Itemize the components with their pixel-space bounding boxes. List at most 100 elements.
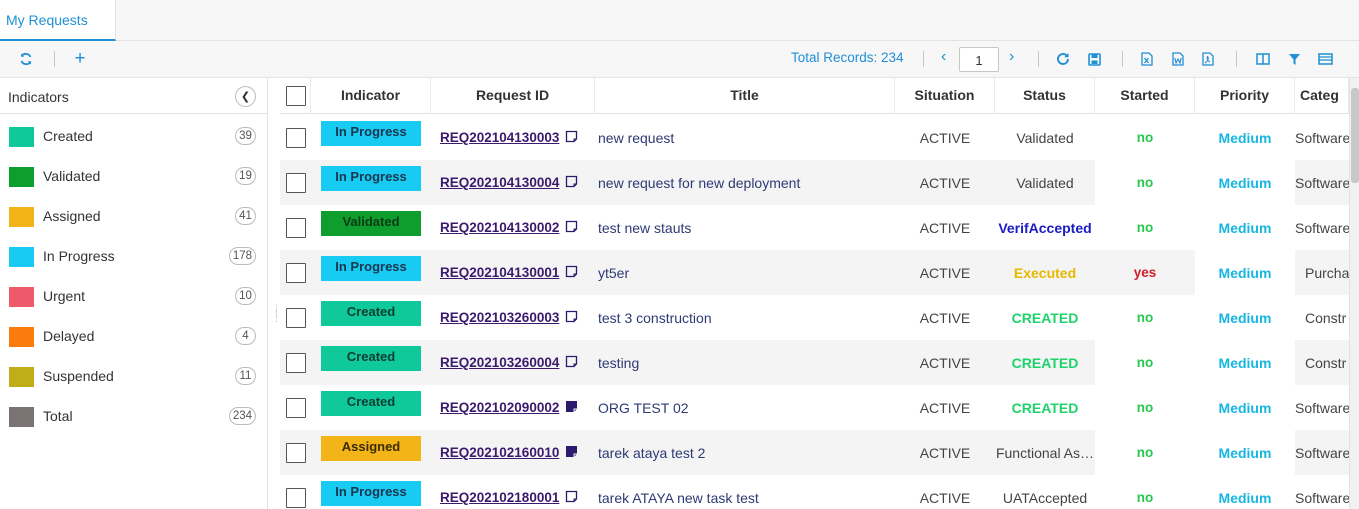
document-icon[interactable]	[559, 265, 578, 281]
table-row[interactable]: In Progress REQ202104130004 new request fo…	[280, 160, 1349, 205]
indicators-title: Indicators	[8, 89, 69, 105]
status-cell: UATAccepted	[995, 475, 1095, 509]
column-header-title[interactable]: Title	[595, 78, 895, 114]
status-text: Validated	[1016, 174, 1074, 191]
vertical-scrollbar[interactable]	[1349, 78, 1359, 509]
request-id-link[interactable]: REQ202104130002	[440, 220, 559, 235]
indicator-item-total[interactable]: Total 234	[0, 405, 268, 445]
request-id-link[interactable]: REQ202102090002	[440, 400, 559, 415]
indicator-count-badge: 10	[235, 287, 256, 305]
table-row[interactable]: Created REQ202102090002 ORG TEST 02 ACTIVE C…	[280, 385, 1349, 430]
column-header-indicator[interactable]: Indicator	[311, 78, 431, 114]
total-records: Total Records: 234	[791, 50, 904, 65]
started-text: no	[1136, 445, 1154, 460]
indicator-label: Total	[43, 408, 73, 424]
column-header-situation[interactable]: Situation	[895, 78, 995, 114]
indicator-item-delayed[interactable]: Delayed 4	[0, 325, 268, 365]
select-all-checkbox[interactable]	[286, 86, 306, 106]
prev-page-icon[interactable]: ‹	[941, 48, 946, 66]
indicator-badge: In Progress	[321, 166, 421, 191]
priority-text: Medium	[1218, 489, 1272, 506]
title-cell: ORG TEST 02	[595, 385, 895, 430]
table-row[interactable]: Validated REQ202104130002 test new stauts A…	[280, 205, 1349, 250]
document-icon[interactable]	[559, 130, 578, 146]
category-cell: Software	[1295, 205, 1349, 250]
request-id-link[interactable]: REQ202102160010	[440, 445, 559, 460]
document-filled-icon[interactable]	[559, 400, 578, 416]
document-icon[interactable]	[559, 175, 578, 191]
started-cell: no	[1095, 385, 1195, 430]
table-row[interactable]: Created REQ202103260003 test 3 constructio…	[280, 295, 1349, 340]
request-id-link[interactable]: REQ202103260003	[440, 310, 559, 325]
indicator-item-created[interactable]: Created 39	[0, 125, 268, 165]
word-export-icon[interactable]	[1169, 41, 1187, 77]
status-text: VerifAccepted	[998, 219, 1092, 236]
indicator-item-urgent[interactable]: Urgent 10	[0, 285, 268, 325]
tab-strip: My Requests	[0, 0, 1359, 41]
indicator-badge: In Progress	[321, 481, 421, 506]
request-id-link[interactable]: REQ202104130003	[440, 130, 559, 145]
row-checkbox[interactable]	[286, 487, 306, 508]
page-number-input[interactable]: 1	[959, 47, 999, 72]
save-icon[interactable]	[1085, 41, 1103, 77]
row-checkbox[interactable]	[286, 442, 306, 463]
request-id-cell: REQ202102160010	[431, 430, 595, 475]
column-header-request-id[interactable]: Request ID	[431, 78, 595, 114]
row-checkbox[interactable]	[286, 172, 306, 193]
requests-grid: Indicator Request ID Title Situation Sta…	[280, 78, 1349, 509]
request-id-link[interactable]: REQ202104130001	[440, 265, 559, 280]
columns-icon[interactable]	[1254, 41, 1272, 77]
table-row[interactable]: Assigned REQ202102160010 tarek ataya test …	[280, 430, 1349, 475]
row-checkbox[interactable]	[286, 262, 306, 283]
column-header-category[interactable]: Categ	[1295, 78, 1349, 114]
row-checkbox[interactable]	[286, 352, 306, 373]
select-cell	[280, 295, 311, 340]
excel-export-icon[interactable]	[1138, 41, 1156, 77]
indicator-item-validated[interactable]: Validated 19	[0, 165, 268, 205]
request-id-link[interactable]: REQ202104130004	[440, 175, 559, 190]
indicator-cell: In Progress	[311, 475, 431, 509]
document-icon[interactable]	[559, 355, 578, 371]
next-page-icon[interactable]: ›	[1009, 48, 1014, 66]
row-checkbox[interactable]	[286, 127, 306, 148]
indicator-item-in-progress[interactable]: In Progress 178	[0, 245, 268, 285]
request-id-link[interactable]: REQ202103260004	[440, 355, 559, 370]
collapse-panel-button[interactable]: ❮	[235, 86, 256, 107]
indicator-cell: In Progress	[311, 160, 431, 205]
title-cell: yt5er	[595, 250, 895, 295]
row-checkbox[interactable]	[286, 307, 306, 328]
indicator-label: Created	[43, 128, 93, 144]
row-checkbox[interactable]	[286, 397, 306, 418]
title-cell: tarek ATAYA new task test	[595, 475, 895, 509]
refresh-icon[interactable]	[16, 41, 36, 77]
document-filled-icon[interactable]	[559, 445, 578, 461]
column-header-started[interactable]: Started	[1095, 78, 1195, 114]
request-id-link[interactable]: REQ202102180001	[440, 490, 559, 505]
layout-icon[interactable]	[1316, 41, 1334, 77]
indicator-item-suspended[interactable]: Suspended 11	[0, 365, 268, 405]
column-header-status[interactable]: Status	[995, 78, 1095, 114]
pdf-export-icon[interactable]	[1199, 41, 1217, 77]
scrollbar-thumb[interactable]	[1351, 88, 1359, 183]
filter-icon[interactable]	[1285, 41, 1303, 77]
tab-my-requests[interactable]: My Requests	[0, 0, 116, 41]
row-checkbox[interactable]	[286, 217, 306, 238]
indicator-count-badge: 4	[235, 327, 256, 345]
status-text: Validated	[1016, 129, 1074, 146]
panel-splitter[interactable]: ⋮ ⋮ ⋮	[272, 304, 281, 336]
document-icon[interactable]	[559, 490, 578, 506]
table-row[interactable]: Created REQ202103260004 testing ACTIVE CREAT…	[280, 340, 1349, 385]
document-icon[interactable]	[559, 220, 578, 236]
indicator-item-assigned[interactable]: Assigned 41	[0, 205, 268, 245]
select-cell	[280, 430, 311, 475]
select-cell	[280, 250, 311, 295]
reload-icon[interactable]	[1054, 41, 1072, 77]
table-row[interactable]: In Progress REQ202104130001 yt5er ACTIVE Exe…	[280, 250, 1349, 295]
add-icon[interactable]: +	[70, 41, 90, 77]
indicator-cell: Assigned	[311, 430, 431, 475]
indicator-count-badge: 19	[235, 167, 256, 185]
column-header-priority[interactable]: Priority	[1195, 78, 1295, 114]
document-icon[interactable]	[559, 310, 578, 326]
table-row[interactable]: In Progress REQ202102180001 tarek ATAYA ne…	[280, 475, 1349, 509]
table-row[interactable]: In Progress REQ202104130003 new request ACT…	[280, 115, 1349, 160]
